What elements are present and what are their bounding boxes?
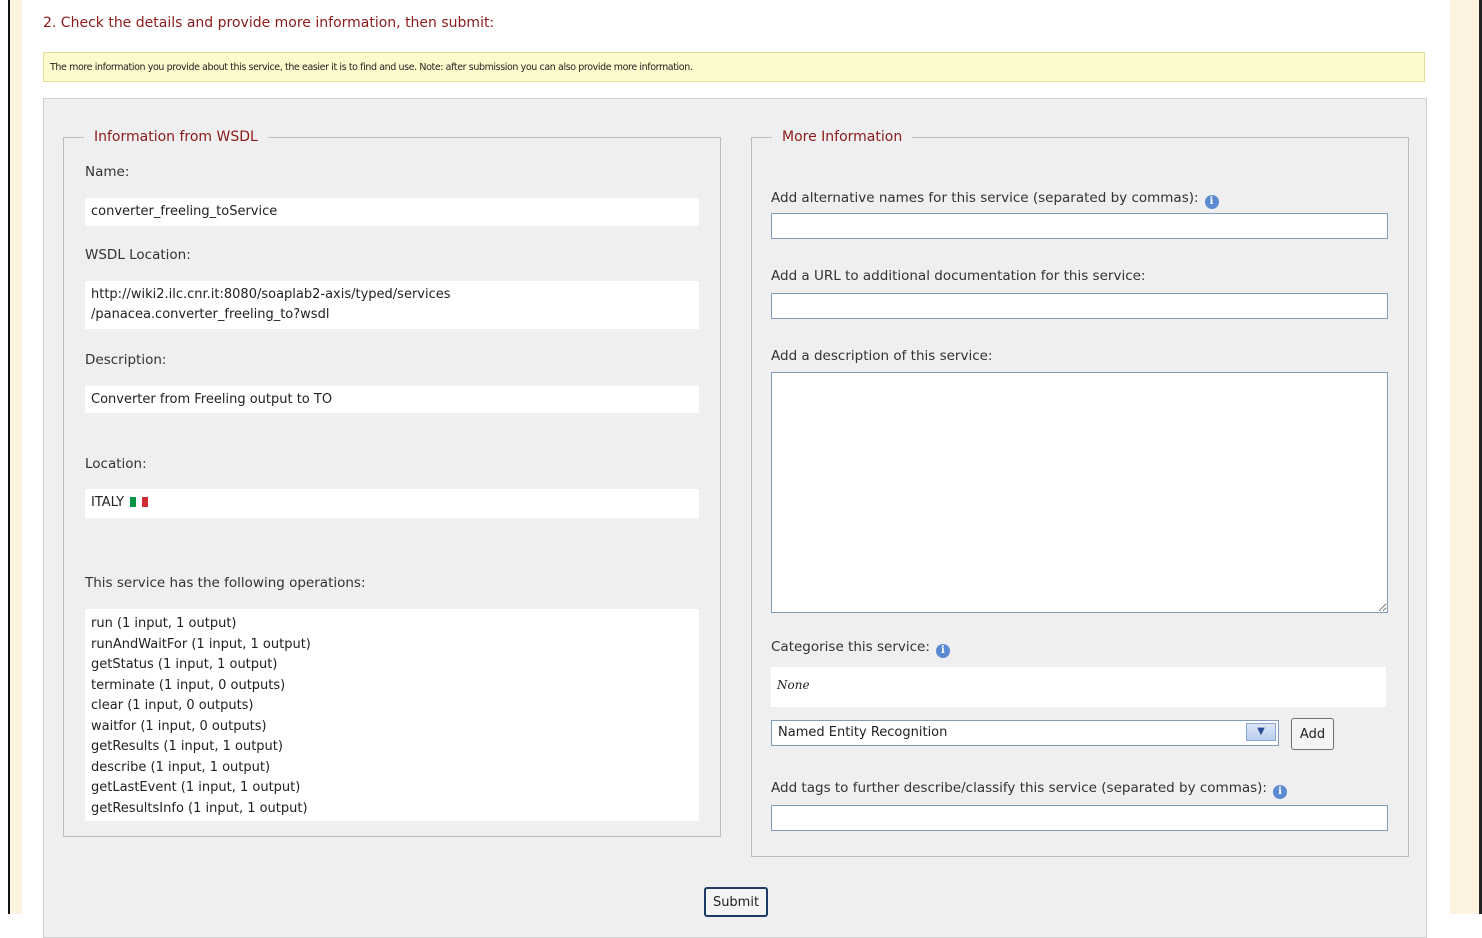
more-info-fieldset: More Information Add alternative names f… [751, 129, 1409, 857]
wsdl-location-line-1: http://wiki2.ilc.cnr.it:8080/soaplab2-ax… [91, 287, 451, 302]
alt-names-label-text: Add alternative names for this service (… [771, 190, 1199, 206]
submit-button[interactable]: Submit [704, 887, 768, 917]
form-panel: Information from WSDL Name: converter_fr… [43, 98, 1427, 938]
operation-item: getResultsInfo (1 input, 1 output) [91, 800, 308, 816]
alt-names-input[interactable] [771, 213, 1388, 239]
operation-item: getResults (1 input, 1 output) [91, 739, 283, 754]
location-label: Location: [85, 456, 147, 472]
wsdl-location-value: http://wiki2.ilc.cnr.it:8080/soaplab2-ax… [85, 281, 699, 329]
categories-display: None [771, 667, 1386, 707]
step-heading: 2. Check the details and provide more in… [43, 15, 495, 31]
tags-label-text: Add tags to further describe/classify th… [771, 780, 1267, 796]
categorise-label-text: Categorise this service: [771, 639, 930, 655]
operation-item: getLastEvent (1 input, 1 output) [91, 780, 301, 795]
doc-url-label: Add a URL to additional documentation fo… [771, 268, 1146, 284]
info-icon[interactable]: i [935, 644, 950, 658]
info-icon[interactable]: i [1272, 785, 1287, 799]
description-label: Description: [85, 352, 167, 368]
page-right-gutter [1450, 0, 1480, 914]
category-select[interactable]: Named Entity Recognition ▼ [771, 720, 1279, 746]
page-left-gutter [10, 0, 22, 914]
name-label: Name: [85, 164, 130, 180]
categories-value: None [777, 678, 810, 692]
chevron-down-icon[interactable]: ▼ [1246, 723, 1276, 741]
location-value: ITALY [85, 489, 699, 518]
operation-item: waitfor (1 input, 0 outputs) [91, 718, 267, 734]
description-value: Converter from Freeling output to TO [85, 386, 699, 413]
operation-item: describe (1 input, 1 output) [91, 759, 271, 775]
operation-item: getStatus (1 input, 1 output) [91, 657, 278, 672]
service-description-label: Add a description of this service: [771, 348, 993, 364]
wsdl-location-label: WSDL Location: [85, 247, 191, 263]
alt-names-label: Add alternative names for this service (… [771, 190, 1219, 209]
operation-item: clear (1 input, 0 outputs) [91, 698, 254, 713]
flag-stripe-red [142, 497, 149, 507]
tags-label: Add tags to further describe/classify th… [771, 780, 1287, 799]
doc-url-input[interactable] [771, 293, 1388, 319]
categorise-label: Categorise this service: i [771, 639, 950, 658]
italy-flag-icon [130, 496, 149, 507]
info-icon[interactable]: i [1204, 195, 1219, 209]
wsdl-info-fieldset: Information from WSDL Name: converter_fr… [63, 129, 721, 837]
page-left-margin [0, 0, 8, 914]
operation-item: terminate (1 input, 0 outputs) [91, 677, 286, 693]
service-description-textarea[interactable] [771, 372, 1388, 613]
operation-item: runAndWaitFor (1 input, 1 output) [91, 636, 311, 652]
wsdl-location-line-2: /panacea.converter_freeling_to?wsdl [91, 307, 330, 322]
operations-label: This service has the following operation… [85, 575, 366, 591]
add-category-button[interactable]: Add [1291, 718, 1334, 750]
operation-item: run (1 input, 1 output) [91, 616, 237, 631]
info-note: The more information you provide about t… [43, 52, 1425, 82]
tags-input[interactable] [771, 805, 1388, 831]
category-select-value: Named Entity Recognition [778, 725, 948, 740]
location-country: ITALY [91, 495, 125, 510]
operations-list: run (1 input, 1 output) runAndWaitFor (1 … [85, 609, 699, 821]
more-info-legend: More Information [772, 129, 913, 145]
wsdl-info-legend: Information from WSDL [84, 129, 268, 145]
name-value: converter_freeling_toService [85, 198, 699, 226]
